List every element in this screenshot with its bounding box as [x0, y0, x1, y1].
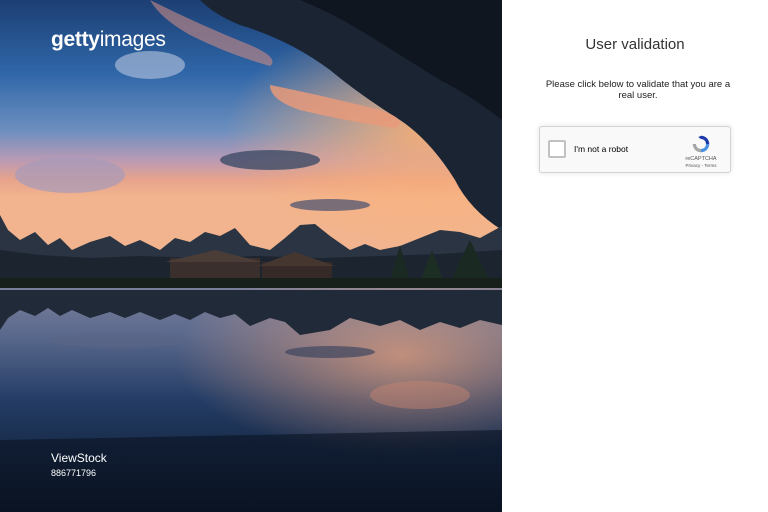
recaptcha-checkbox-label[interactable]: I'm not a robot — [574, 144, 628, 154]
recaptcha-privacy-link[interactable]: Privacy — [686, 163, 701, 168]
recaptcha-logo-icon — [692, 135, 710, 153]
logo-images: images — [99, 28, 166, 51]
page-title: User validation — [585, 36, 685, 53]
photo-credit: ViewStock 886771796 — [51, 451, 107, 479]
logo-getty: getty — [51, 28, 100, 51]
validation-panel: User validation Please click below to va… — [502, 0, 768, 512]
validation-instructions: Please click below to validate that you … — [545, 79, 731, 101]
recaptcha-widget: I'm not a robot reCAPTCHA Privacy - Term… — [539, 126, 731, 173]
recaptcha-links-separator: - — [701, 163, 704, 168]
hero-landscape-image — [0, 0, 502, 512]
recaptcha-brand-name: reCAPTCHA — [685, 156, 717, 162]
recaptcha-branding: reCAPTCHA Privacy - Terms — [676, 133, 726, 169]
recaptcha-checkbox[interactable] — [548, 140, 566, 158]
getty-images-logo: gettyimages — [51, 28, 166, 52]
photo-credit-id: 886771796 — [51, 468, 97, 478]
photo-credit-name: ViewStock — [51, 451, 107, 465]
hero-photo-panel: gettyimages ViewStock 886771796 — [0, 0, 502, 512]
recaptcha-terms-link[interactable]: Terms — [704, 163, 716, 168]
recaptcha-links: Privacy - Terms — [676, 163, 726, 169]
page: gettyimages ViewStock 886771796 User val… — [0, 0, 768, 512]
